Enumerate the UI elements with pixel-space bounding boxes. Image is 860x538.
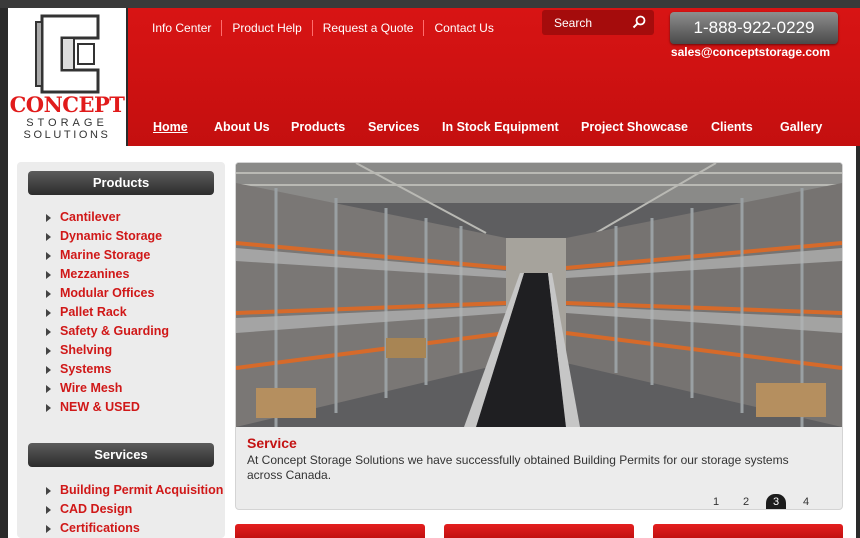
feature-tab-1[interactable] (235, 524, 425, 538)
arrow-right-icon (46, 214, 51, 222)
services-heading: Services (28, 443, 214, 467)
arrow-right-icon (46, 290, 51, 298)
arrow-right-icon (46, 233, 51, 241)
pager-1[interactable]: 1 (706, 494, 726, 509)
arrow-right-icon (46, 506, 51, 514)
product-label: NEW & USED (60, 400, 140, 414)
nav-gallery[interactable]: Gallery (780, 120, 822, 134)
nav-home[interactable]: Home (153, 120, 188, 134)
arrow-right-icon (46, 271, 51, 279)
product-label: Mezzanines (60, 267, 130, 281)
logo[interactable]: CONCEPT STORAGE SOLUTIONS (8, 8, 126, 150)
service-label: Certifications (60, 521, 140, 535)
product-label: Safety & Guarding (60, 324, 170, 338)
arrow-right-icon (46, 252, 51, 260)
arrow-right-icon (46, 385, 51, 393)
search-box (542, 10, 654, 35)
search-icon[interactable] (632, 15, 646, 29)
nav-about-us[interactable]: About Us (214, 120, 270, 134)
arrow-right-icon (46, 328, 51, 336)
product-link-safety-guarding[interactable]: Safety & Guarding (46, 322, 169, 341)
product-help-link[interactable]: Product Help (222, 20, 313, 36)
product-label: Systems (60, 362, 112, 376)
pager-2[interactable]: 2 (736, 494, 756, 509)
feature-tab-2[interactable] (444, 524, 634, 538)
pager-3[interactable]: 3 (766, 494, 786, 509)
pager-4[interactable]: 4 (796, 494, 816, 509)
nav-in-stock-equipment[interactable]: In Stock Equipment (442, 120, 559, 134)
search-input[interactable] (542, 10, 632, 35)
product-label: Marine Storage (60, 248, 151, 262)
product-link-dynamic-storage[interactable]: Dynamic Storage (46, 227, 169, 246)
product-label: Modular Offices (60, 286, 155, 300)
logo-line1: STORAGE (26, 117, 108, 129)
service-label: Building Permit Acquisition (60, 483, 224, 497)
product-link-systems[interactable]: Systems (46, 360, 169, 379)
service-link-building-permit[interactable]: Building Permit Acquisition (46, 481, 223, 500)
utility-nav: Info Center Product Help Request a Quote… (142, 20, 504, 36)
hero-slider: Service At Concept Storage Solutions we … (235, 162, 843, 510)
slide-description: At Concept Storage Solutions we have suc… (247, 453, 789, 482)
logo-brand-text: CONCEPT (9, 92, 125, 117)
product-label: Shelving (60, 343, 113, 357)
product-link-cantilever[interactable]: Cantilever (46, 208, 169, 227)
product-link-modular-offices[interactable]: Modular Offices (46, 284, 169, 303)
arrow-right-icon (46, 347, 51, 355)
nav-products[interactable]: Products (291, 120, 345, 134)
arrow-right-icon (46, 366, 51, 374)
concept-c-logo-icon (35, 14, 100, 94)
slide-title: Service (247, 435, 297, 451)
contact-us-link[interactable]: Contact Us (424, 20, 503, 36)
arrow-right-icon (46, 404, 51, 412)
product-link-wire-mesh[interactable]: Wire Mesh (46, 379, 169, 398)
product-label: Cantilever (60, 210, 121, 224)
arrow-right-icon (46, 525, 51, 533)
main-nav: Home About Us Products Services In Stock… (128, 120, 860, 138)
product-link-marine-storage[interactable]: Marine Storage (46, 246, 169, 265)
feature-tab-3[interactable] (653, 524, 843, 538)
logo-line2: SOLUTIONS (23, 129, 111, 141)
product-label: Wire Mesh (60, 381, 123, 395)
arrow-right-icon (46, 309, 51, 317)
product-label: Dynamic Storage (60, 229, 163, 243)
nav-services[interactable]: Services (368, 120, 419, 134)
services-list: Building Permit Acquisition CAD Design C… (46, 481, 223, 538)
email-link[interactable]: sales@conceptstorage.com (670, 45, 838, 59)
warehouse-photo[interactable] (236, 163, 842, 427)
product-link-shelving[interactable]: Shelving (46, 341, 169, 360)
service-link-cad-design[interactable]: CAD Design (46, 500, 223, 519)
products-list: Cantilever Dynamic Storage Marine Storag… (46, 208, 169, 417)
service-link-certifications[interactable]: Certifications (46, 519, 223, 538)
arrow-right-icon (46, 487, 51, 495)
service-label: CAD Design (60, 502, 133, 516)
top-strip (0, 0, 860, 8)
product-link-mezzanines[interactable]: Mezzanines (46, 265, 169, 284)
phone-number[interactable]: 1-888-922-0229 (670, 12, 838, 44)
request-quote-link[interactable]: Request a Quote (313, 20, 425, 36)
nav-clients[interactable]: Clients (711, 120, 753, 134)
nav-project-showcase[interactable]: Project Showcase (581, 120, 688, 134)
product-link-pallet-rack[interactable]: Pallet Rack (46, 303, 169, 322)
products-heading: Products (28, 171, 214, 195)
info-center-link[interactable]: Info Center (142, 20, 223, 36)
product-link-new-used[interactable]: NEW & USED (46, 398, 169, 417)
product-label: Pallet Rack (60, 305, 127, 319)
